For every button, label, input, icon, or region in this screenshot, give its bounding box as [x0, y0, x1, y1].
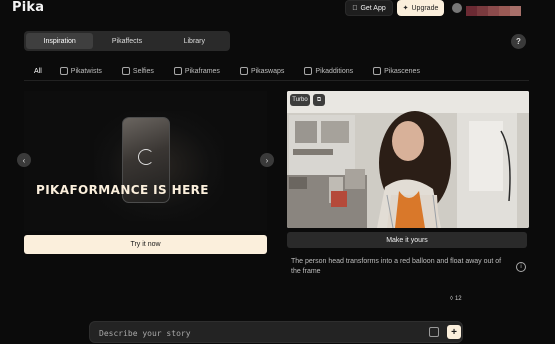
swap-icon: [239, 67, 248, 75]
additions-icon: [304, 67, 313, 75]
filter-pikascenes[interactable]: Pikascenes: [373, 62, 420, 80]
sparkle-icon: ✦: [402, 5, 409, 12]
filter-label: Pikaswaps: [250, 67, 285, 75]
filter-all[interactable]: All: [34, 62, 42, 81]
color-swatch: [477, 6, 488, 16]
get-app-button[interactable]:  Get App: [345, 0, 393, 16]
filter-label: Pikascenes: [384, 67, 420, 75]
submit-button[interactable]: +: [447, 325, 461, 339]
example-video[interactable]: Turbo ⧉: [287, 91, 529, 228]
diamond-icon: ◊: [450, 296, 453, 302]
prompt-bar: +: [89, 321, 463, 343]
tabs-divider: [24, 80, 529, 81]
carousel-next-button[interactable]: ›: [260, 153, 274, 167]
pika-logo[interactable]: Pika: [12, 0, 44, 15]
filter-label: Selfies: [132, 67, 154, 75]
filter-pikadditions[interactable]: Pikadditions: [304, 62, 353, 80]
likes-counter[interactable]: ◊ 12: [450, 296, 462, 302]
example-description: The person head transforms into a red ba…: [291, 258, 502, 275]
tab-library[interactable]: Library: [161, 33, 228, 49]
upgrade-label: Upgrade: [411, 4, 439, 12]
selfie-icon: [121, 67, 130, 75]
avatar[interactable]: [452, 3, 462, 13]
try-it-now-button[interactable]: Try it now: [24, 235, 267, 254]
example-video-frame: [287, 91, 529, 228]
upgrade-button[interactable]: ✦ Upgrade: [397, 0, 444, 16]
filter-tabs: All Pikatwists Selfies Pikaframes Pikasw…: [24, 62, 529, 81]
filter-label: All: [34, 67, 42, 75]
main-view-switcher: Inspiration Pikaffects Library: [24, 31, 230, 51]
filter-selfies[interactable]: Selfies: [121, 62, 154, 80]
filter-pikaframes[interactable]: Pikaframes: [173, 62, 220, 80]
likes-count: 12: [454, 296, 462, 302]
carousel-prev-button[interactable]: ‹: [17, 153, 31, 167]
color-swatch: [499, 6, 510, 16]
twist-icon: [59, 67, 68, 75]
tab-pikaffects[interactable]: Pikaffects: [93, 33, 160, 49]
filter-pikatwists[interactable]: Pikatwists: [59, 62, 102, 80]
frames-icon: [173, 67, 182, 75]
scenes-icon: [373, 67, 382, 75]
story-input[interactable]: [99, 326, 399, 340]
featured-title: PIKAFORMANCE IS HERE: [36, 183, 209, 197]
color-swatch: [510, 6, 521, 16]
color-swatch: [466, 6, 477, 16]
apple-icon: : [352, 5, 357, 12]
help-icon[interactable]: ?: [511, 34, 526, 49]
filter-label: Pikaframes: [184, 67, 220, 75]
make-it-yours-button[interactable]: Make it yours: [287, 232, 527, 248]
filter-label: Pikadditions: [315, 67, 354, 75]
copy-icon[interactable]: ⧉: [313, 94, 325, 106]
get-app-label: Get App: [357, 4, 385, 12]
tab-inspiration[interactable]: Inspiration: [26, 33, 94, 49]
loading-ring-icon: [138, 149, 154, 165]
color-swatch: [488, 6, 499, 16]
filter-pikaswaps[interactable]: Pikaswaps: [239, 62, 285, 80]
image-upload-icon[interactable]: [429, 327, 439, 337]
account-color-strip: [466, 6, 521, 16]
info-icon[interactable]: i: [516, 262, 526, 272]
turbo-badge: Turbo: [290, 94, 310, 106]
filter-label: Pikatwists: [70, 67, 102, 75]
